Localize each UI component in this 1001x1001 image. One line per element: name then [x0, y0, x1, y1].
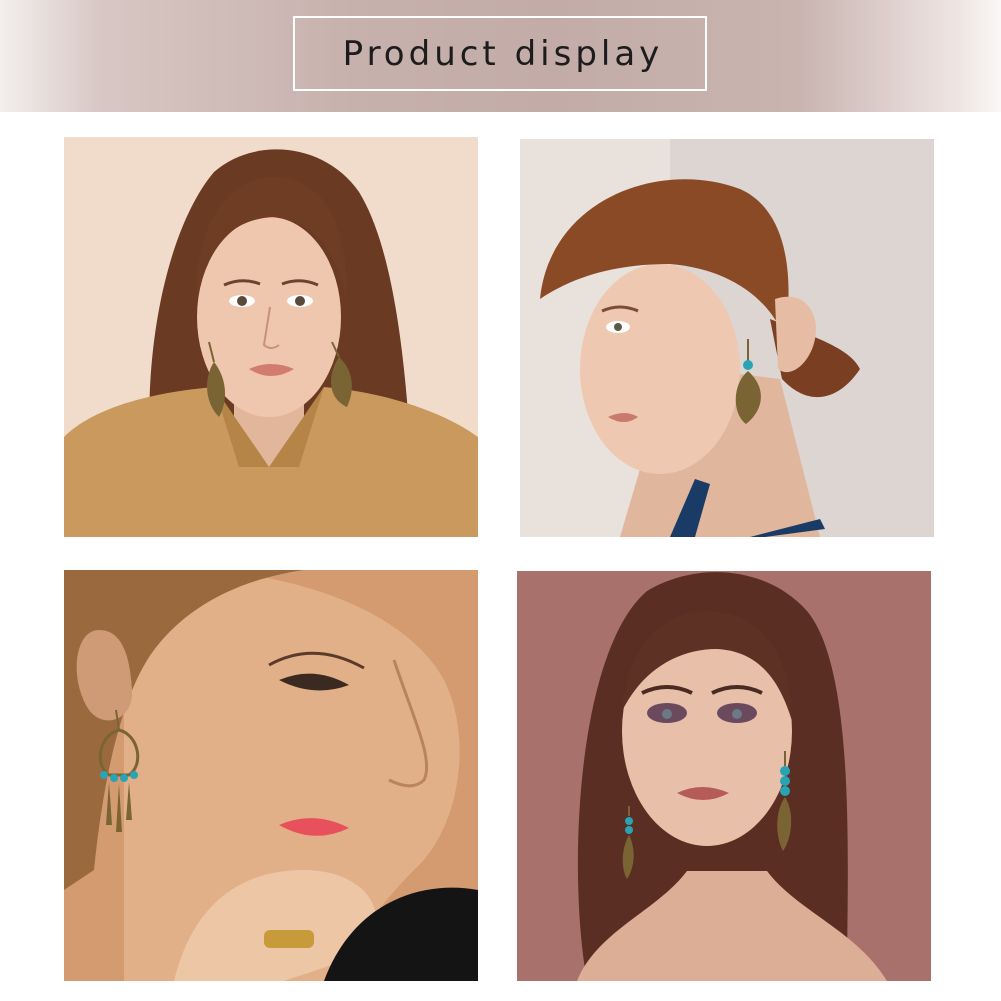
product-photo-4	[517, 571, 931, 981]
photo-3-illustration	[64, 570, 478, 981]
photo-1-illustration	[64, 137, 478, 537]
product-photo-1	[64, 137, 478, 537]
photo-2-illustration	[520, 139, 934, 537]
product-photo-2	[520, 139, 934, 537]
header-banner: Product display	[0, 0, 1001, 112]
title-frame: Product display	[293, 16, 707, 91]
product-photo-3	[64, 570, 478, 981]
photo-4-illustration	[517, 571, 931, 981]
page-title: Product display	[342, 33, 664, 74]
